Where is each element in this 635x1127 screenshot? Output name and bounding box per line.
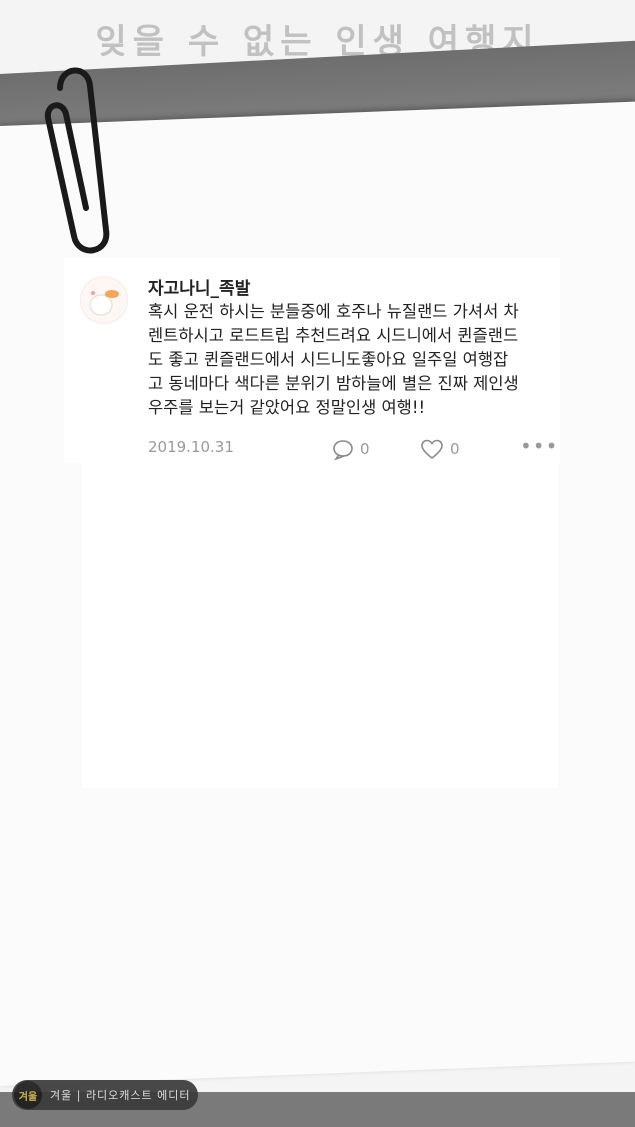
paperclip-icon bbox=[44, 67, 110, 254]
avatar[interactable] bbox=[80, 276, 128, 324]
like-count: 0 bbox=[450, 440, 460, 458]
card-empty-area bbox=[82, 463, 558, 788]
heart-icon bbox=[421, 439, 443, 460]
comment-button[interactable]: 0 bbox=[332, 438, 370, 460]
username[interactable]: 자고나니_족발 bbox=[148, 274, 250, 299]
comment-count: 0 bbox=[360, 440, 370, 458]
watermark-text: 겨울 | 라디오캐스트 에디터 bbox=[50, 1089, 191, 1102]
post-card: 자고나니_족발 혹시 운전 하시는 분들중에 호주나 뉴질랜드 가셔서 차 렌트… bbox=[64, 258, 560, 463]
like-button[interactable]: 0 bbox=[420, 438, 460, 460]
watermark: 겨울 겨울 | 라디오캐스트 에디터 bbox=[12, 1080, 198, 1110]
more-options-icon[interactable]: ••• bbox=[520, 434, 558, 458]
post-text: 혹시 운전 하시는 분들중에 호주나 뉴질랜드 가셔서 차 렌트하시고 로드트립… bbox=[148, 302, 519, 417]
watermark-logo: 겨울 bbox=[14, 1081, 42, 1109]
post-date: 2019.10.31 bbox=[148, 438, 234, 456]
speech-bubble-icon bbox=[333, 440, 353, 460]
avatar-illustration-icon bbox=[82, 278, 126, 322]
